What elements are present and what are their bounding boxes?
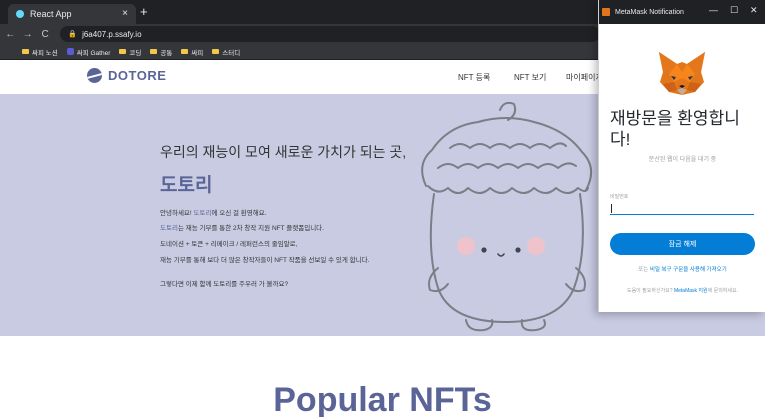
bookmark-item[interactable]: 코딩 — [119, 47, 141, 57]
hero-text: 는 재능 기부를 통한 2차 창작 지원 NFT 플랫폼입니다. — [177, 225, 324, 232]
metamask-welcome-title: 재방문을 환영합니다! — [610, 109, 740, 149]
bookmark-label: 싸피 노션 — [32, 49, 58, 57]
help-text: 도움이 필요하신가요? — [626, 288, 674, 294]
hero-text: 안녕하세요! — [160, 210, 194, 217]
minimize-icon[interactable]: — — [709, 5, 718, 15]
maximize-icon[interactable]: ☐ — [730, 5, 738, 16]
bookmark-item[interactable]: 공통 — [150, 47, 172, 57]
hero-intro-line: 안녕하세요! 도토리에 오신 걸 환영해요. — [160, 207, 267, 217]
folder-icon — [212, 49, 220, 54]
password-label: 비밀번호 — [610, 194, 629, 200]
restore-row: 또는 비밀 복구 구문을 사용해 가져오기 — [599, 265, 765, 273]
hero-brand: 도토리 — [160, 175, 213, 196]
tab-title: React App — [30, 9, 72, 19]
folder-icon — [22, 49, 29, 54]
browser-toolbar: ← → C 🔒 j6a407.p.ssafy.io — [0, 24, 601, 44]
bookmark-item[interactable]: 스터디 — [212, 47, 240, 57]
hero-intro-line: 도네이션 + 토큰 + 리메이크 / 레퍼런스의 줄임말로, — [160, 241, 298, 248]
hero-cta-line: 그렇다면 이제 함께 도토리를 주우러 가 볼까요? — [160, 281, 289, 288]
metamask-window: MetaMask Notification — ☐ ✕ 재방문을 환영합니다! … — [598, 0, 765, 312]
bookmark-label: 싸피 — [191, 49, 204, 57]
bookmark-item[interactable]: 싸피 Gather — [66, 47, 111, 57]
help-row: 도움이 필요하신가요? MetaMask 지원에 문의하세요. — [599, 287, 765, 294]
acorn-mascot-illustration — [421, 101, 593, 332]
password-input[interactable] — [610, 201, 754, 215]
help-text: 에 문의하세요. — [707, 288, 738, 294]
text-cursor — [611, 204, 612, 213]
logo-icon — [87, 68, 102, 83]
hero-highlight: 도토리 — [193, 210, 212, 217]
metamask-subtitle: 분산된 웹이 다음을 대기 중 — [648, 157, 717, 163]
hero-intro-line: 재능 기부를 통해 보다 더 많은 창작자들이 NFT 작품을 선보일 수 있게… — [160, 257, 370, 264]
hero-text: 에 오신 걸 환영해요. — [211, 210, 267, 217]
bookmarks-bar: 싸피 노션 싸피 Gather 코딩 공통 싸피 스터디 — [0, 44, 600, 60]
bookmark-label: 싸피 Gather — [76, 49, 111, 57]
address-url: j6a407.p.ssafy.io — [82, 29, 142, 39]
folder-icon — [119, 49, 127, 54]
gather-icon — [66, 48, 74, 55]
forward-icon[interactable]: → — [20, 29, 34, 40]
hero-highlight: 도토리 — [160, 225, 178, 232]
restore-secret-phrase-link[interactable]: 비밀 복구 구문을 사용해 가져오기 — [650, 267, 727, 273]
site-logo[interactable]: DOTORE — [87, 68, 166, 83]
address-bar[interactable]: 🔒 j6a407.p.ssafy.io — [60, 26, 601, 42]
bookmark-item[interactable]: 싸피 노션 — [22, 47, 58, 57]
unlock-button[interactable]: 잠금 해제 — [610, 233, 755, 255]
back-icon[interactable]: ← — [3, 29, 17, 40]
metamask-title-icon — [602, 8, 610, 16]
popular-nfts-heading: Popular NFTs — [273, 381, 492, 417]
folder-icon — [181, 49, 189, 54]
bookmark-label: 코딩 — [129, 49, 142, 57]
or-text: 또는 — [638, 267, 650, 273]
browser-tab[interactable]: React App × — [8, 4, 136, 24]
folder-icon — [150, 49, 158, 54]
tab-close-icon[interactable]: × — [122, 8, 128, 19]
bookmark-label: 공통 — [160, 49, 173, 57]
hero-intro-line: 도토리는 재능 기부를 통한 2차 창작 지원 NFT 플랫폼입니다. — [160, 222, 324, 232]
reload-icon[interactable]: C — [38, 29, 52, 40]
metamask-titlebar: MetaMask Notification — [599, 0, 765, 24]
react-favicon-icon — [16, 10, 24, 18]
nav-nft-view[interactable]: NFT 보기 — [514, 72, 546, 83]
nav-nft-register[interactable]: NFT 등록 — [458, 72, 490, 83]
metamask-fox-icon — [659, 52, 705, 95]
metamask-support-link[interactable]: MetaMask 지원 — [674, 288, 708, 294]
browser-tab-strip: React App × + — [0, 0, 600, 24]
close-icon[interactable]: ✕ — [750, 5, 758, 16]
metamask-window-title: MetaMask Notification — [615, 8, 684, 16]
bookmark-label: 스터디 — [222, 49, 241, 57]
lock-icon: 🔒 — [68, 31, 78, 38]
bookmark-item[interactable]: 싸피 — [181, 47, 203, 57]
new-tab-icon[interactable]: + — [140, 5, 148, 18]
hero-title: 우리의 재능이 모여 새로운 가치가 되는 곳, — [160, 144, 407, 160]
logo-text: DOTORE — [108, 68, 167, 83]
